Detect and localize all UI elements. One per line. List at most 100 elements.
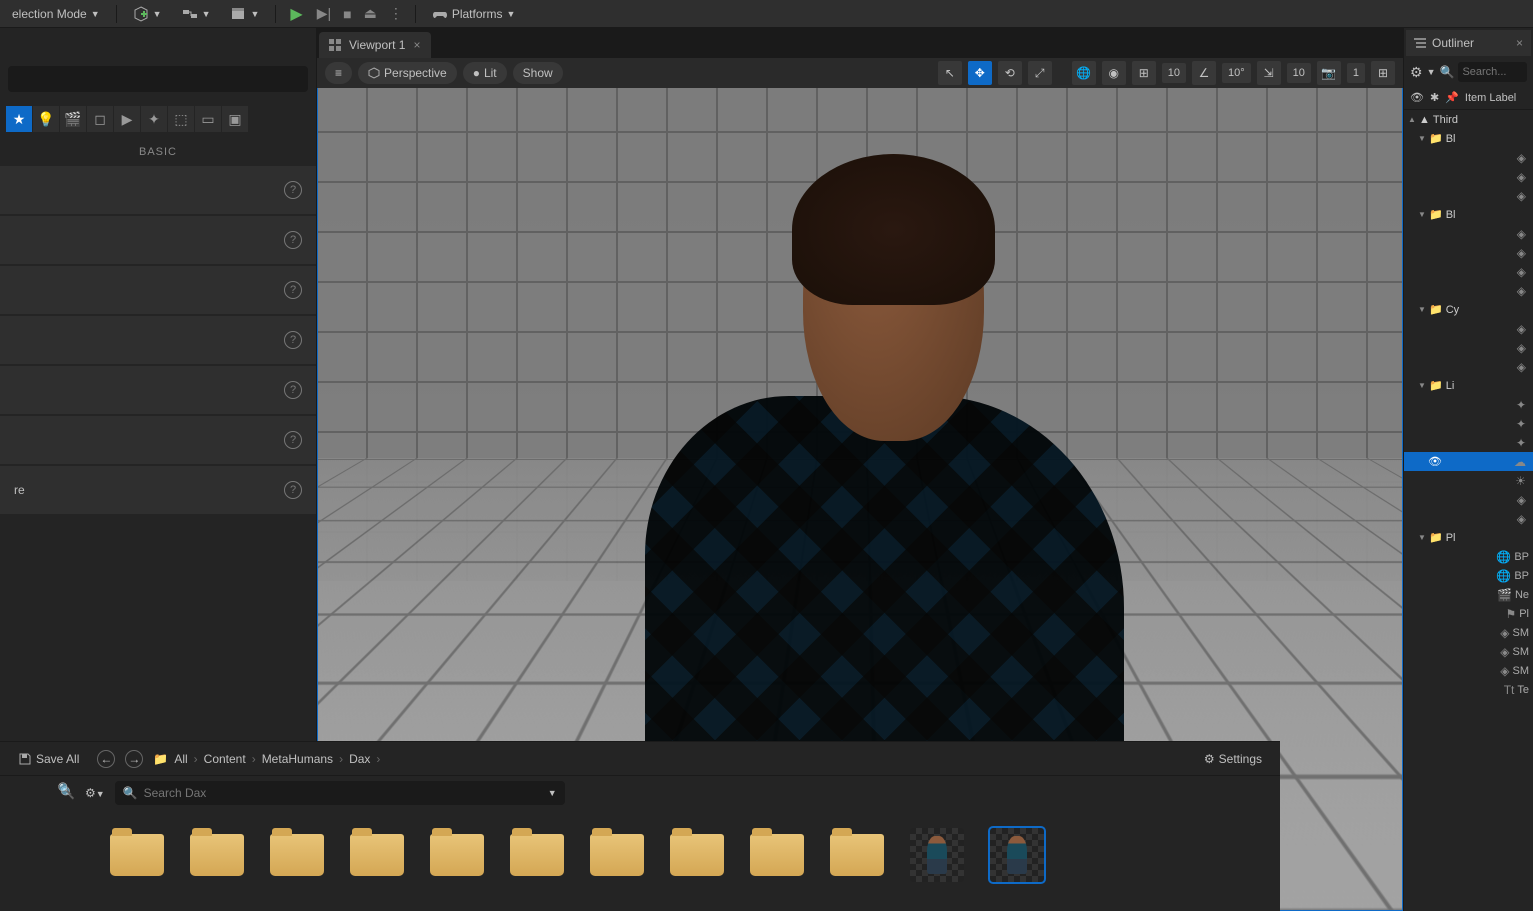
camera-speed-button[interactable]: 📷: [1317, 61, 1341, 85]
grid-snap-value[interactable]: 10: [1162, 63, 1186, 83]
search-input[interactable]: [8, 66, 308, 92]
category-basic[interactable]: 💡: [33, 106, 59, 132]
folder-thumbnail[interactable]: [110, 834, 164, 876]
outliner-item[interactable]: ◈: [1404, 338, 1533, 357]
category-all[interactable]: ▣: [222, 106, 248, 132]
help-icon[interactable]: ?: [284, 231, 302, 249]
add-content-button[interactable]: ▼: [125, 2, 170, 26]
outliner-folder[interactable]: ▼📁Li: [1404, 376, 1533, 395]
actor-row[interactable]: ?: [0, 416, 316, 464]
outliner-item[interactable]: ◈: [1404, 281, 1533, 300]
folder-thumbnail[interactable]: [430, 834, 484, 876]
surface-snap-button[interactable]: ◉: [1102, 61, 1126, 85]
breadcrumb-item[interactable]: Dax: [349, 752, 370, 766]
outliner-item[interactable]: ⚑Pl: [1404, 604, 1533, 623]
outliner-item[interactable]: 🌐BP: [1404, 547, 1533, 566]
outliner-item[interactable]: ▲▲Third: [1404, 110, 1533, 129]
folder-thumbnail[interactable]: [510, 834, 564, 876]
outliner-item[interactable]: ◈: [1404, 490, 1533, 509]
viewport-tab[interactable]: Viewport 1 ×: [319, 32, 431, 58]
outliner-item[interactable]: ◈SM: [1404, 661, 1533, 680]
help-icon[interactable]: ?: [284, 181, 302, 199]
viewport-menu-button[interactable]: ≡: [325, 62, 352, 84]
outliner-item[interactable]: ◈: [1404, 167, 1533, 186]
item-label-header[interactable]: Item Label: [1465, 92, 1516, 104]
breadcrumb-item[interactable]: Content: [204, 752, 246, 766]
play-options-button[interactable]: ⋮: [385, 3, 407, 24]
outliner-item[interactable]: ◈: [1404, 319, 1533, 338]
play-button[interactable]: ▶: [284, 2, 308, 26]
cinematics-button[interactable]: ▼: [222, 2, 267, 26]
pin-icon[interactable]: 📌: [1445, 91, 1459, 104]
asset-thumbnail[interactable]: [910, 828, 964, 882]
visibility-column-icon[interactable]: 👁: [1410, 91, 1424, 104]
outliner-item[interactable]: ✦: [1404, 414, 1533, 433]
platforms-dropdown[interactable]: Platforms ▼: [424, 2, 524, 26]
close-icon[interactable]: ×: [1516, 36, 1523, 50]
actor-row[interactable]: ?: [0, 366, 316, 414]
help-icon[interactable]: ?: [284, 331, 302, 349]
angle-snap-toggle[interactable]: ∠: [1192, 61, 1216, 85]
search-icon-2[interactable]: 🔍: [58, 782, 73, 796]
expand-icon[interactable]: ▼: [1418, 210, 1426, 219]
outliner-item[interactable]: ◈SM: [1404, 642, 1533, 661]
save-all-button[interactable]: Save All: [10, 748, 87, 770]
outliner-item[interactable]: ◈: [1404, 262, 1533, 281]
viewport-layout-button[interactable]: ⊞: [1371, 61, 1395, 85]
filter-icon[interactable]: ⚙▼: [85, 786, 105, 800]
outliner-item[interactable]: ◈SM: [1404, 623, 1533, 642]
outliner-item[interactable]: 🎬Ne: [1404, 585, 1533, 604]
category-recent[interactable]: ★: [6, 106, 32, 132]
outliner-item[interactable]: ◈: [1404, 148, 1533, 167]
category-cinematic[interactable]: ▶: [114, 106, 140, 132]
eject-button[interactable]: ⏏: [360, 3, 381, 24]
help-icon[interactable]: ?: [284, 281, 302, 299]
folder-thumbnail[interactable]: [830, 834, 884, 876]
scale-snap-toggle[interactable]: ⇲: [1257, 61, 1281, 85]
close-icon[interactable]: ×: [413, 38, 420, 52]
visibility-icon[interactable]: 👁: [1428, 455, 1442, 468]
select-tool[interactable]: ↖: [938, 61, 962, 85]
nav-forward-button[interactable]: →: [125, 750, 143, 768]
rotate-tool[interactable]: ⟲: [998, 61, 1022, 85]
category-volumes[interactable]: ⬚: [168, 106, 194, 132]
lit-dropdown[interactable]: ● Lit: [463, 62, 507, 84]
cb-search-box[interactable]: 🔍 ▼: [115, 781, 565, 805]
expand-icon[interactable]: ▼: [1418, 381, 1426, 390]
scale-snap-value[interactable]: 10: [1287, 63, 1311, 83]
category-shapes[interactable]: ◻: [87, 106, 113, 132]
nav-back-button[interactable]: ←: [97, 750, 115, 768]
actor-row[interactable]: ?: [0, 216, 316, 264]
help-icon[interactable]: ?: [284, 381, 302, 399]
outliner-item[interactable]: ◈: [1404, 357, 1533, 376]
category-vfx[interactable]: ✦: [141, 106, 167, 132]
expand-icon[interactable]: ▼: [1418, 533, 1426, 542]
play-skip-button[interactable]: ▶|: [313, 3, 335, 24]
selection-mode-dropdown[interactable]: election Mode ▼: [4, 3, 108, 25]
outliner-item[interactable]: TtTe: [1404, 680, 1533, 699]
help-icon[interactable]: ?: [284, 481, 302, 499]
breadcrumb-item[interactable]: MetaHumans: [262, 752, 333, 766]
asset-thumbnail[interactable]: [990, 828, 1044, 882]
folder-thumbnail[interactable]: [270, 834, 324, 876]
outliner-tab[interactable]: Outliner ×: [1406, 30, 1531, 56]
outliner-item[interactable]: 👁☁: [1404, 452, 1533, 471]
folder-thumbnail[interactable]: [750, 834, 804, 876]
expand-icon[interactable]: ▼: [1418, 134, 1426, 143]
camera-speed-value[interactable]: 1: [1347, 63, 1365, 83]
angle-snap-value[interactable]: 10°: [1222, 63, 1251, 83]
outliner-folder[interactable]: ▼📁Cy: [1404, 300, 1533, 319]
chevron-down-icon[interactable]: ▼: [548, 788, 557, 798]
folder-thumbnail[interactable]: [670, 834, 724, 876]
bookmark-icon[interactable]: ✱: [1430, 91, 1439, 104]
actor-row[interactable]: ?: [0, 266, 316, 314]
folder-thumbnail[interactable]: [350, 834, 404, 876]
outliner-item[interactable]: ◈: [1404, 509, 1533, 528]
cb-search-input[interactable]: [144, 786, 542, 800]
outliner-item[interactable]: ◈: [1404, 224, 1533, 243]
outliner-item[interactable]: ✦: [1404, 433, 1533, 452]
category-lights[interactable]: 🎬: [60, 106, 86, 132]
settings-button[interactable]: ⚙ Settings: [1196, 748, 1270, 770]
stop-button[interactable]: ■: [339, 4, 355, 24]
perspective-dropdown[interactable]: Perspective: [358, 62, 457, 84]
